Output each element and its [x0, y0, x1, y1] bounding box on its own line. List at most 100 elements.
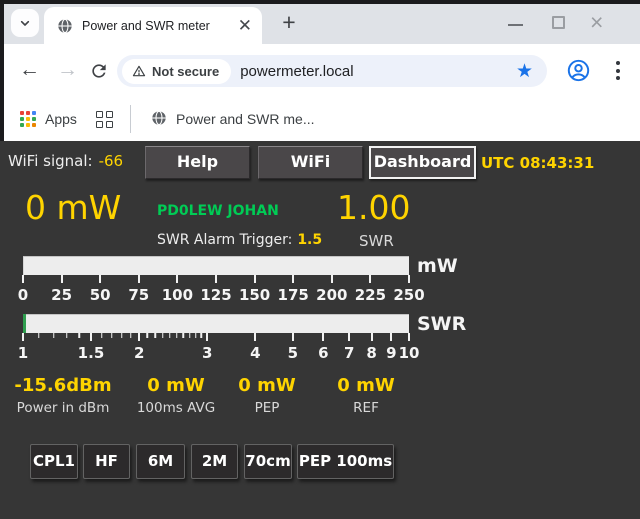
swr-meter-scale: 11.52345678910 — [23, 344, 409, 362]
security-label: Not secure — [152, 64, 219, 79]
meter-major-tick — [215, 275, 217, 283]
6m-button[interactable]: 6M — [136, 444, 185, 479]
meter-tick-label: 2 — [134, 344, 144, 362]
meter-major-tick — [348, 333, 350, 341]
70cm-button[interactable]: 70cm — [244, 444, 292, 479]
wifi-button[interactable]: WiFi — [258, 146, 363, 179]
forward-button[interactable]: → — [57, 58, 78, 82]
browser-toolbar: ← → Not secure powermeter.local ★ — [0, 44, 640, 98]
collections-grid-icon[interactable] — [96, 111, 113, 128]
meter-minor-tick — [38, 333, 40, 338]
meter-minor-tick — [169, 333, 171, 338]
power-meter-scale: 0255075100125150175200225250 — [23, 286, 409, 304]
meter-tick-label: 10 — [399, 344, 420, 362]
pep-100ms-button[interactable]: PEP 100ms — [297, 444, 394, 479]
meter-tick-label: 4 — [250, 344, 260, 362]
reload-button[interactable] — [89, 61, 109, 81]
wifi-signal-value: -66 — [99, 152, 124, 170]
window-top-edge — [0, 0, 640, 4]
back-button[interactable]: ← — [19, 58, 40, 82]
meter-tick-label: 1 — [18, 344, 28, 362]
maximize-button[interactable] — [538, 4, 578, 44]
url-text[interactable]: powermeter.local — [240, 63, 353, 80]
meter-major-tick — [22, 333, 24, 341]
swr-alarm-label: SWR Alarm Trigger: — [157, 232, 292, 248]
tab-search-button[interactable] — [11, 9, 39, 37]
meter-minor-tick — [189, 333, 191, 338]
meter-tick-label: 5 — [288, 344, 298, 362]
maximize-icon — [552, 16, 565, 29]
reading-ref: 0 mW REF — [337, 375, 394, 416]
dashboard-button[interactable]: Dashboard — [369, 146, 476, 179]
reading-ref-value: 0 mW — [337, 375, 394, 396]
meter-tick-label: 3 — [202, 344, 212, 362]
meter-tick-label: 0 — [18, 286, 28, 304]
meter-tick-label: 25 — [51, 286, 72, 304]
meter-major-tick — [99, 275, 101, 283]
meter-major-tick — [61, 275, 63, 283]
reading-dbm-label: Power in dBm — [14, 400, 111, 416]
tab-close-icon[interactable]: ✕ — [238, 18, 252, 34]
meter-tick-label: 100 — [162, 286, 193, 304]
meter-major-tick — [292, 275, 294, 283]
minimize-icon — [508, 24, 523, 26]
meter-major-tick — [331, 275, 333, 283]
meter-minor-tick — [182, 333, 184, 338]
profile-icon[interactable] — [566, 58, 591, 83]
meter-major-tick — [138, 275, 140, 283]
tab-title: Power and SWR meter — [82, 19, 238, 33]
meter-major-tick — [254, 333, 256, 341]
apps-grid-icon[interactable] — [20, 111, 37, 128]
meter-tick-label: 6 — [318, 344, 328, 362]
reading-avg-label: 100ms AVG — [137, 400, 215, 416]
bookmark-star-icon[interactable]: ★ — [516, 62, 533, 81]
window-close-button[interactable]: × — [581, 4, 621, 44]
meter-major-tick — [322, 333, 324, 341]
meter-major-tick — [390, 333, 392, 341]
meter-major-tick — [254, 275, 256, 283]
swr-caption: SWR — [359, 232, 394, 250]
tab-strip: Power and SWR meter ✕ + × — [0, 4, 640, 44]
help-button[interactable]: Help — [145, 146, 250, 179]
menu-kebab-icon[interactable] — [616, 61, 620, 80]
meter-tick-label: 9 — [386, 344, 396, 362]
meter-tick-label: 1.5 — [78, 344, 105, 362]
swr-meter-track — [23, 314, 409, 333]
meter-minor-tick — [121, 333, 123, 338]
meter-minor-tick — [79, 333, 81, 338]
address-bar[interactable]: Not secure powermeter.local ★ — [117, 55, 547, 87]
meter-tick-label: 125 — [200, 286, 231, 304]
meter-minor-tick — [130, 333, 132, 338]
meter-minor-tick — [154, 333, 156, 338]
power-meter-track — [23, 256, 409, 275]
bookmark-item[interactable]: Power and SWR me... — [176, 111, 315, 127]
warning-triangle-icon — [132, 64, 146, 78]
meter-minor-tick — [66, 333, 68, 338]
swr-alarm-value: 1.5 — [297, 232, 322, 248]
utc-clock: UTC 08:43:31 — [481, 154, 594, 172]
apps-label[interactable]: Apps — [45, 111, 77, 127]
swr-alarm-trigger: SWR Alarm Trigger: 1.5 — [157, 232, 322, 248]
meter-major-tick — [369, 275, 371, 283]
wifi-signal: WiFi signal:-66 — [8, 152, 123, 170]
meter-tick-label: 8 — [366, 344, 376, 362]
security-chip[interactable]: Not secure — [122, 59, 231, 84]
globe-favicon-icon — [57, 18, 73, 34]
meter-minor-tick — [176, 333, 178, 338]
new-tab-button[interactable]: + — [276, 10, 302, 36]
minimize-button[interactable] — [495, 4, 535, 44]
meter-minor-tick — [53, 333, 55, 338]
chevron-down-icon — [17, 15, 33, 31]
browser-window: Power and SWR meter ✕ + × ← → Not secure… — [0, 0, 640, 519]
power-meter: 0255075100125150175200225250 — [23, 256, 409, 304]
browser-tab[interactable]: Power and SWR meter ✕ — [44, 7, 262, 44]
meter-major-tick — [292, 333, 294, 341]
hf-button[interactable]: HF — [83, 444, 130, 479]
meter-major-tick — [176, 275, 178, 283]
meter-major-tick — [138, 333, 140, 341]
bookmarks-bar: Apps Power and SWR me... — [0, 98, 640, 141]
reading-dbm-value: -15.6dBm — [14, 375, 111, 396]
meter-tick-label: 225 — [355, 286, 386, 304]
2m-button[interactable]: 2M — [191, 444, 238, 479]
cpl1-button[interactable]: CPL1 — [30, 444, 78, 479]
